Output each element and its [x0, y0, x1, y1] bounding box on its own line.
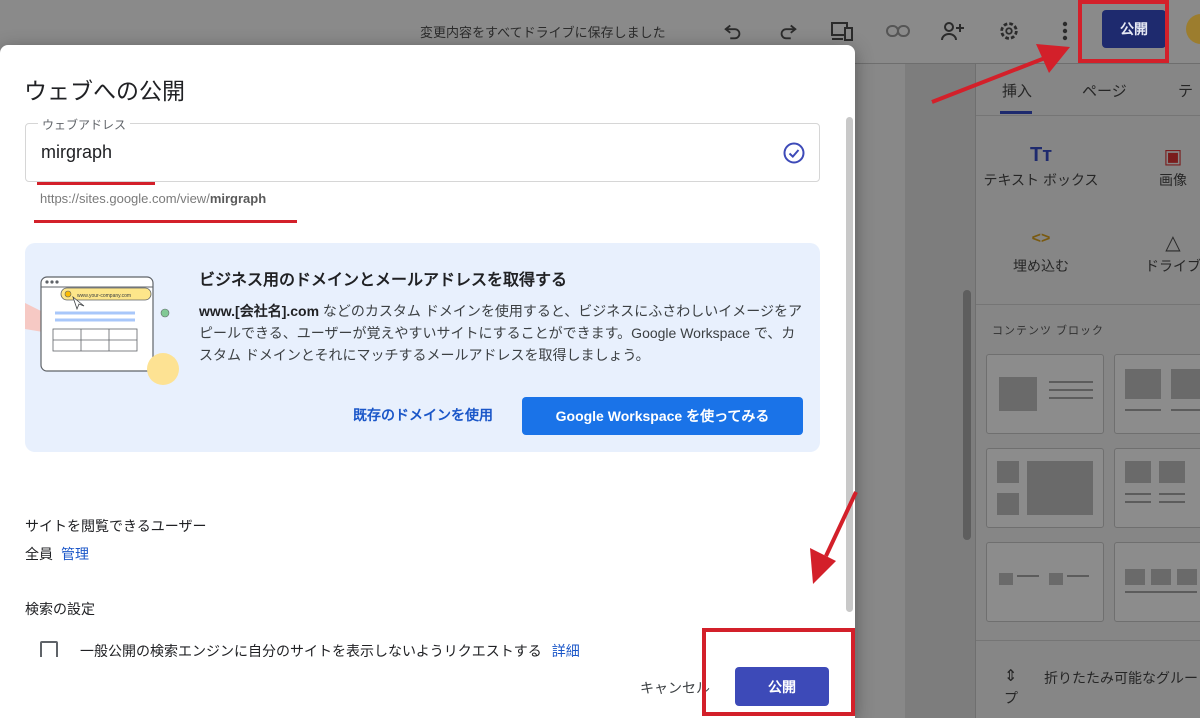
save-status: 変更内容をすべてドライブに保存しました — [420, 25, 666, 40]
insert-drive[interactable]: △ ドライブ — [1108, 230, 1200, 276]
web-address-field[interactable]: ウェブアドレス — [25, 116, 820, 182]
avatar[interactable] — [1186, 14, 1200, 44]
collapsible-label: 折りたたみ可能なグループ — [1004, 670, 1198, 706]
cancel-button[interactable]: キャンセル — [640, 678, 710, 698]
manage-link[interactable]: 管理 — [61, 546, 89, 562]
try-google-workspace-button[interactable]: Google Workspace を使ってみる — [522, 397, 803, 435]
tab-insert[interactable]: 挿入 — [1002, 80, 1032, 101]
redo-icon[interactable] — [775, 18, 801, 44]
link-icon[interactable] — [885, 18, 911, 44]
image-icon: ▣ — [1163, 146, 1183, 168]
content-block-tile[interactable] — [1114, 448, 1200, 528]
web-address-input[interactable] — [41, 142, 641, 163]
collapse-icon: ⇕ — [1004, 668, 1018, 685]
text-box-icon: Tт — [1029, 144, 1052, 166]
share-icon[interactable] — [940, 18, 966, 44]
illustration-url-text: www.your-company.com — [77, 293, 131, 299]
promo-title: ビジネス用のドメインとメールアドレスを取得する — [199, 272, 568, 289]
divider — [976, 304, 1200, 305]
custom-domain-promo: www.your-company.com ビジネス用のドメインとメールアドレスを… — [25, 243, 820, 452]
divider — [976, 115, 1200, 116]
text-box-label: テキスト ボックス — [983, 172, 1099, 188]
content-blocks-heading: コンテンツ ブロック — [992, 325, 1105, 337]
annotation-box-dialog-publish — [702, 628, 855, 716]
insert-embed[interactable]: <> 埋め込む — [976, 230, 1106, 276]
drive-icon: △ — [1165, 232, 1181, 254]
preview-icon[interactable] — [829, 18, 855, 44]
content-block-tile[interactable] — [986, 354, 1104, 434]
promo-description: www.[会社名].com などのカスタム ドメインを使用すると、ビジネスにふさ… — [199, 300, 809, 366]
viewers-heading: サイトを閲覧できるユーザー — [25, 518, 207, 534]
drive-label: ドライブ — [1145, 258, 1200, 274]
insert-image[interactable]: ▣ 画像 — [1108, 144, 1200, 190]
tab-themes[interactable]: テ — [1178, 80, 1193, 101]
editor-scrollbar[interactable] — [963, 290, 971, 540]
check-circle-icon — [783, 142, 805, 164]
site-url-slug: mirgraph — [209, 191, 267, 206]
gear-icon[interactable] — [996, 18, 1022, 44]
collapsible-group-item[interactable]: ⇕ 折りたたみ可能なグループ — [1004, 668, 1200, 708]
content-block-tile[interactable] — [986, 448, 1104, 528]
image-label: 画像 — [1159, 172, 1187, 188]
divider — [976, 640, 1200, 641]
annotation-underline — [37, 182, 155, 185]
dialog-title: ウェブへの公開 — [24, 78, 185, 104]
site-url-prefix: https://sites.google.com/view/ — [40, 191, 210, 206]
dialog-scrollbar[interactable] — [846, 117, 853, 612]
content-block-tile[interactable] — [1114, 542, 1200, 622]
more-icon[interactable] — [1052, 18, 1078, 44]
publish-dialog: ウェブへの公開 ウェブアドレス https://sites.google.com… — [0, 45, 855, 718]
undo-icon[interactable] — [720, 18, 746, 44]
insert-panel: 挿入 ページ テ Tт テキスト ボックス ▣ 画像 <> 埋め込む △ ドライ… — [975, 64, 1200, 718]
insert-text-box[interactable]: Tт テキスト ボックス — [976, 144, 1106, 190]
editor-page — [855, 64, 905, 718]
browser-illustration: www.your-company.com — [25, 263, 205, 393]
embed-icon: <> — [1031, 230, 1051, 247]
annotation-box-top-publish — [1078, 0, 1169, 63]
annotation-underline — [34, 220, 297, 223]
search-settings-heading: 検索の設定 — [25, 601, 95, 617]
web-address-label: ウェブアドレス — [38, 116, 131, 133]
embed-label: 埋め込む — [1013, 258, 1069, 274]
promo-domain-example: www.[会社名].com — [199, 303, 320, 319]
content-block-tile[interactable] — [986, 542, 1104, 622]
tab-pages[interactable]: ページ — [1082, 80, 1127, 101]
use-existing-domain-link[interactable]: 既存のドメインを使用 — [353, 405, 493, 425]
active-tab-indicator — [1000, 111, 1032, 114]
viewers-value: 全員 — [25, 546, 53, 562]
site-url: https://sites.google.com/view/mirgraph — [40, 191, 266, 206]
search-engine-option: 一般公開の検索エンジンに自分のサイトを表示しないようリクエストする 詳細 — [40, 639, 640, 659]
viewers-row: 全員 管理 — [25, 544, 89, 564]
content-block-tile[interactable] — [1114, 354, 1200, 434]
